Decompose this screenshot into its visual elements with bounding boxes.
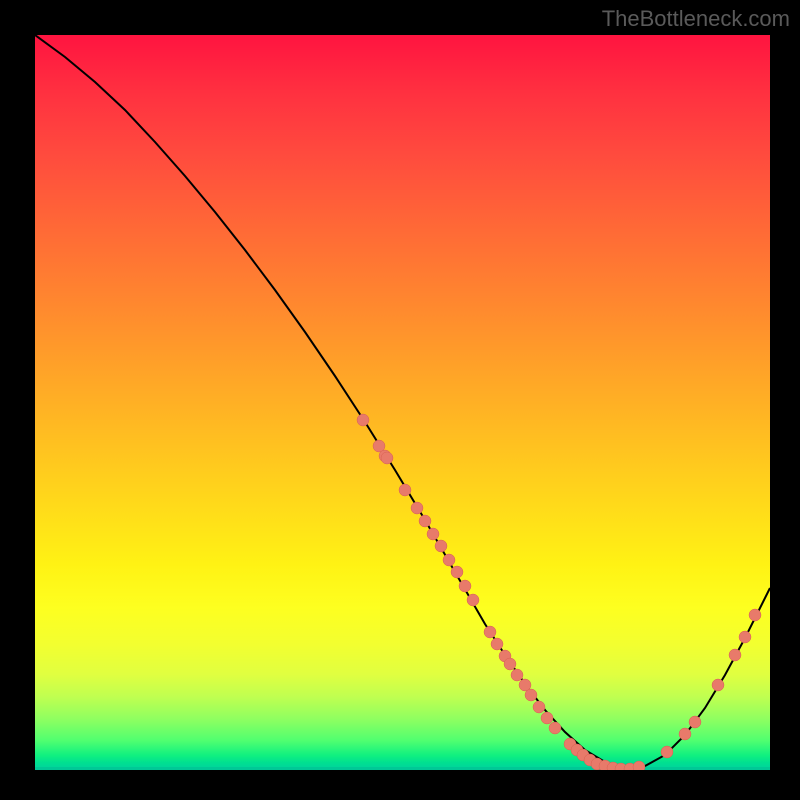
data-point (633, 761, 645, 770)
data-point (661, 746, 673, 758)
data-point (511, 669, 523, 681)
data-point (679, 728, 691, 740)
data-point (484, 626, 496, 638)
data-point (399, 484, 411, 496)
data-point (451, 566, 463, 578)
data-point (504, 658, 516, 670)
data-point (533, 701, 545, 713)
data-point (467, 594, 479, 606)
data-point (435, 540, 447, 552)
data-point (541, 712, 553, 724)
bottleneck-curve (35, 35, 770, 768)
data-point (411, 502, 423, 514)
data-point (689, 716, 701, 728)
data-point (739, 631, 751, 643)
data-point (525, 689, 537, 701)
data-markers (357, 414, 761, 770)
data-point (419, 515, 431, 527)
data-point (459, 580, 471, 592)
data-point (729, 649, 741, 661)
data-point (549, 722, 561, 734)
data-point (427, 528, 439, 540)
chart-svg (35, 35, 770, 770)
data-point (443, 554, 455, 566)
data-point (491, 638, 503, 650)
data-point (357, 414, 369, 426)
watermark: TheBottleneck.com (602, 6, 790, 32)
data-point (712, 679, 724, 691)
plot-area (35, 35, 770, 770)
data-point (381, 452, 393, 464)
data-point (749, 609, 761, 621)
